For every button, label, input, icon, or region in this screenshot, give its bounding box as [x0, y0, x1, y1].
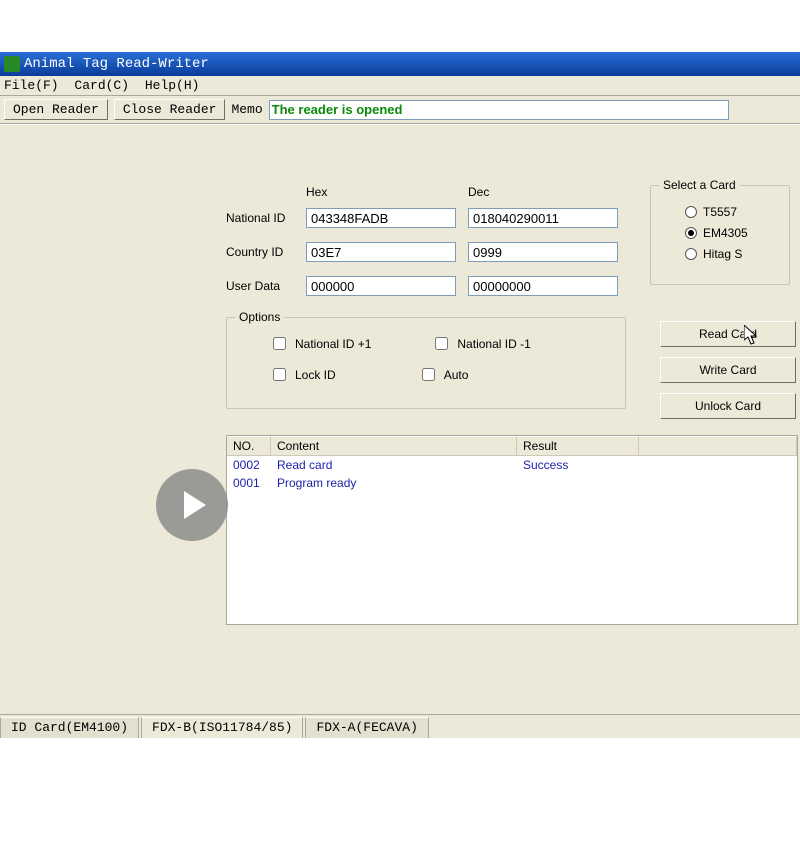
radio-dot-icon: [685, 206, 697, 218]
log-header-result[interactable]: Result: [517, 436, 639, 455]
radio-dot-selected-icon: [685, 227, 697, 239]
tab-fdx-b-iso11784[interactable]: FDX-B(ISO11784/85): [141, 717, 303, 738]
memo-status: The reader is opened: [269, 100, 729, 120]
menu-card[interactable]: Card(C): [74, 78, 137, 93]
window-title: Animal Tag Read-Writer: [24, 56, 209, 72]
log-header-spacer: [639, 436, 797, 455]
country-id-hex-input[interactable]: [306, 242, 456, 262]
menu-help[interactable]: Help(H): [145, 78, 208, 93]
checkbox-lock-id[interactable]: Lock ID: [269, 365, 336, 384]
user-data-hex-input[interactable]: [306, 276, 456, 296]
checkbox-auto[interactable]: Auto: [418, 365, 469, 384]
log-table: NO. Content Result 0002 Read card Succes…: [226, 435, 798, 625]
user-data-dec-input[interactable]: [468, 276, 618, 296]
radio-em4305[interactable]: EM4305: [663, 223, 777, 244]
national-id-hex-input[interactable]: [306, 208, 456, 228]
radio-t5557[interactable]: T5557: [663, 202, 777, 223]
select-card-legend: Select a Card: [659, 178, 740, 192]
client-area: Hex Dec National ID Country ID User Data…: [0, 124, 800, 714]
read-card-button[interactable]: Read Card: [660, 321, 796, 347]
col-header-hex: Hex: [306, 185, 468, 199]
toolbar: Open Reader Close Reader Memo The reader…: [0, 96, 800, 124]
log-header-content[interactable]: Content: [271, 436, 517, 455]
country-id-dec-input[interactable]: [468, 242, 618, 262]
write-card-button[interactable]: Write Card: [660, 357, 796, 383]
select-card-groupbox: Select a Card T5557 EM4305 Hitag S: [650, 185, 790, 285]
window-titlebar: Animal Tag Read-Writer: [0, 52, 800, 76]
bottom-tab-strip: ID Card(EM4100) FDX-B(ISO11784/85) FDX-A…: [0, 714, 800, 738]
tab-fdx-a-fecava[interactable]: FDX-A(FECAVA): [305, 717, 428, 738]
open-reader-button[interactable]: Open Reader: [4, 99, 108, 120]
fields-block: Hex Dec National ID Country ID User Data: [226, 185, 626, 307]
checkbox-national-id-plus[interactable]: National ID +1: [269, 334, 371, 353]
radio-dot-icon: [685, 248, 697, 260]
tab-id-card-em4100[interactable]: ID Card(EM4100): [0, 717, 139, 738]
log-header-no[interactable]: NO.: [227, 436, 271, 455]
label-national-id: National ID: [226, 211, 285, 225]
label-user-data: User Data: [226, 279, 280, 293]
options-legend: Options: [235, 310, 284, 324]
menu-bar: File(F) Card(C) Help(H): [0, 76, 800, 96]
radio-hitag-s[interactable]: Hitag S: [663, 244, 777, 265]
log-row[interactable]: 0001 Program ready: [227, 474, 797, 492]
memo-label: Memo: [231, 102, 262, 117]
close-reader-button[interactable]: Close Reader: [114, 99, 226, 120]
log-row[interactable]: 0002 Read card Success: [227, 456, 797, 474]
label-country-id: Country ID: [226, 245, 283, 259]
options-groupbox: Options National ID +1 National ID -1 Lo…: [226, 317, 626, 409]
national-id-dec-input[interactable]: [468, 208, 618, 228]
play-overlay[interactable]: [156, 469, 228, 541]
log-header-row: NO. Content Result: [227, 436, 797, 456]
cursor-icon: [744, 325, 758, 345]
play-icon: [184, 491, 206, 519]
app-icon: [4, 56, 20, 72]
checkbox-national-id-minus[interactable]: National ID -1: [431, 334, 530, 353]
col-header-dec: Dec: [468, 185, 489, 199]
menu-file[interactable]: File(F): [4, 78, 67, 93]
unlock-card-button[interactable]: Unlock Card: [660, 393, 796, 419]
